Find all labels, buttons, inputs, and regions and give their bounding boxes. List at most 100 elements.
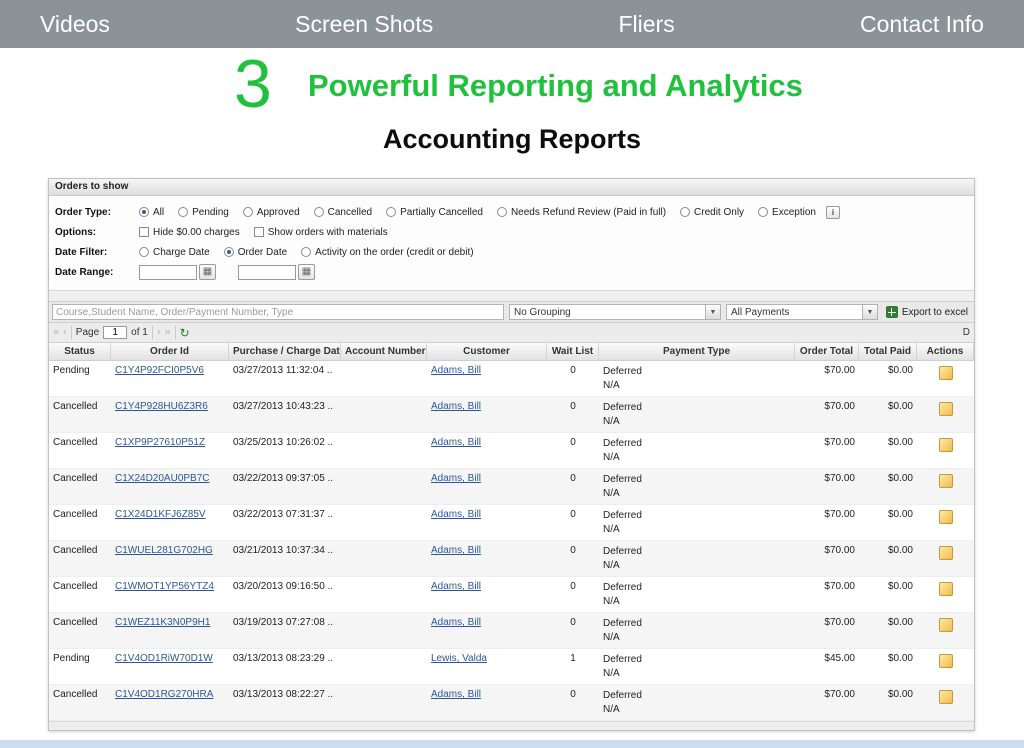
options-row: Options: Hide $0.00 chargesShow orders w… [53, 222, 970, 242]
order-actions-icon[interactable] [939, 582, 953, 596]
order_id-link[interactable]: C1Y4P928HU6Z3R6 [115, 401, 208, 412]
column-header-status[interactable]: Status [49, 343, 111, 360]
info-icon[interactable]: i [826, 206, 840, 219]
date-to-input[interactable] [238, 265, 296, 280]
cell-payment_type: Deferred N/A [599, 577, 795, 612]
options-checkboxes: Hide $0.00 charges Show orders with mater… [139, 227, 388, 238]
customer-link[interactable]: Adams, Bill [431, 365, 481, 376]
cell-order_total: $45.00 [795, 649, 859, 684]
cell-order_total: $70.00 [795, 361, 859, 396]
nav-item-contact-info[interactable]: Contact Info [860, 11, 984, 38]
date-filter-option[interactable]: Activity on the order (credit or debit) [301, 247, 473, 258]
date-from-input[interactable] [139, 265, 197, 280]
order_id-link[interactable]: C1WEZ11K3N0P9H1 [115, 617, 210, 628]
option-label: Order Date [238, 247, 287, 258]
order-type-option[interactable]: Needs Refund Review (Paid in full) [497, 207, 666, 218]
customer-link[interactable]: Adams, Bill [431, 617, 481, 628]
customer-link[interactable]: Adams, Bill [431, 437, 481, 448]
date-to-group: ▦ [238, 264, 315, 280]
date-filter-option[interactable]: Charge Date [139, 247, 210, 258]
order-actions-icon[interactable] [939, 690, 953, 704]
options-option[interactable]: Hide $0.00 charges [139, 227, 240, 238]
accounting-reports-screenshot: Orders to show Order Type: AllPendingApp… [48, 178, 975, 731]
cell-order_total: $70.00 [795, 397, 859, 432]
search-input[interactable] [52, 304, 504, 320]
order-actions-icon[interactable] [939, 546, 953, 560]
order_id-link[interactable]: C1X24D1KFJ6Z85V [115, 509, 206, 520]
grouping-select[interactable]: No Grouping ▼ [509, 304, 721, 320]
cell-total_paid: $0.00 [859, 577, 917, 612]
nav-item-screen-shots[interactable]: Screen Shots [295, 11, 433, 38]
customer-link[interactable]: Adams, Bill [431, 689, 481, 700]
order-type-option[interactable]: Pending [178, 207, 229, 218]
export-to-excel-button[interactable]: Export to excel [886, 306, 971, 318]
column-header-actions[interactable]: Actions [917, 343, 974, 360]
calendar-icon[interactable]: ▦ [298, 264, 315, 280]
column-header-account_number[interactable]: Account Number [341, 343, 427, 360]
order_id-link[interactable]: C1V4OD1RiW70D1W [115, 653, 213, 664]
order-actions-icon[interactable] [939, 366, 953, 380]
column-header-order_total[interactable]: Order Total [795, 343, 859, 360]
cell-order_total: $70.00 [795, 505, 859, 540]
order_id-link[interactable]: C1XP9P27610P51Z [115, 437, 205, 448]
date-filter-option[interactable]: Order Date [224, 247, 287, 258]
customer-link[interactable]: Adams, Bill [431, 473, 481, 484]
payments-select[interactable]: All Payments ▼ [726, 304, 878, 320]
nav-item-fliers[interactable]: Fliers [618, 11, 674, 38]
order_id-link[interactable]: C1WMOT1YP56YTZ4 [115, 581, 214, 592]
page-title: Powerful Reporting and Analytics [308, 68, 803, 104]
order-type-option[interactable]: Exception [758, 207, 816, 218]
options-option[interactable]: Show orders with materials [254, 227, 388, 238]
column-header-order_id[interactable]: Order Id [111, 343, 229, 360]
column-header-payment_type[interactable]: Payment Type [599, 343, 795, 360]
column-header-wait_list[interactable]: Wait List [547, 343, 599, 360]
column-header-purchase_date[interactable]: Purchase / Charge Date [229, 343, 341, 360]
customer-link[interactable]: Adams, Bill [431, 581, 481, 592]
order-actions-icon[interactable] [939, 474, 953, 488]
order_id-link[interactable]: C1WUEL281G702HG [115, 545, 213, 556]
orders-to-show-header: Orders to show [49, 179, 974, 196]
order-actions-icon[interactable] [939, 510, 953, 524]
cell-customer: Adams, Bill [427, 397, 547, 432]
order-type-option[interactable]: Cancelled [314, 207, 372, 218]
order_id-link[interactable]: C1V4OD1RG270HRA [115, 689, 213, 700]
order_id-link[interactable]: C1X24D20AU0PB7C [115, 473, 210, 484]
prev-page-button[interactable]: ‹ [63, 327, 67, 338]
cell-order_id: C1WMOT1YP56YTZ4 [111, 577, 229, 612]
cell-customer: Adams, Bill [427, 505, 547, 540]
cell-order_total: $70.00 [795, 577, 859, 612]
order-type-option[interactable]: Credit Only [680, 207, 744, 218]
order-actions-icon[interactable] [939, 438, 953, 452]
column-header-customer[interactable]: Customer [427, 343, 547, 360]
refresh-icon[interactable]: ↻ [180, 326, 190, 340]
column-header-total_paid[interactable]: Total Paid [859, 343, 917, 360]
cell-wait_list: 0 [547, 433, 599, 468]
cell-actions [917, 685, 974, 720]
option-label: Partially Cancelled [400, 207, 483, 218]
first-page-button[interactable]: « [53, 327, 59, 338]
calendar-icon[interactable]: ▦ [199, 264, 216, 280]
cell-wait_list: 0 [547, 577, 599, 612]
cell-wait_list: 0 [547, 541, 599, 576]
order-type-option[interactable]: All [139, 207, 164, 218]
option-label: Hide $0.00 charges [153, 227, 240, 238]
customer-link[interactable]: Adams, Bill [431, 401, 481, 412]
order-actions-icon[interactable] [939, 618, 953, 632]
cell-purchase_date: 03/27/2013 10:43:23 .. [229, 397, 341, 432]
cell-account_number [341, 541, 427, 576]
page-number-input[interactable] [103, 326, 127, 339]
customer-link[interactable]: Adams, Bill [431, 545, 481, 556]
next-page-button[interactable]: › [157, 327, 161, 338]
order-type-option[interactable]: Approved [243, 207, 300, 218]
cell-total_paid: $0.00 [859, 397, 917, 432]
nav-item-videos[interactable]: Videos [40, 11, 110, 38]
order-actions-icon[interactable] [939, 654, 953, 668]
order-actions-icon[interactable] [939, 402, 953, 416]
customer-link[interactable]: Adams, Bill [431, 509, 481, 520]
customer-link[interactable]: Lewis, Valda [431, 653, 487, 664]
cell-order_total: $70.00 [795, 433, 859, 468]
order_id-link[interactable]: C1Y4P92FCI0P5V6 [115, 365, 204, 376]
last-page-button[interactable]: » [165, 327, 171, 338]
order-type-option[interactable]: Partially Cancelled [386, 207, 483, 218]
cell-wait_list: 0 [547, 361, 599, 396]
